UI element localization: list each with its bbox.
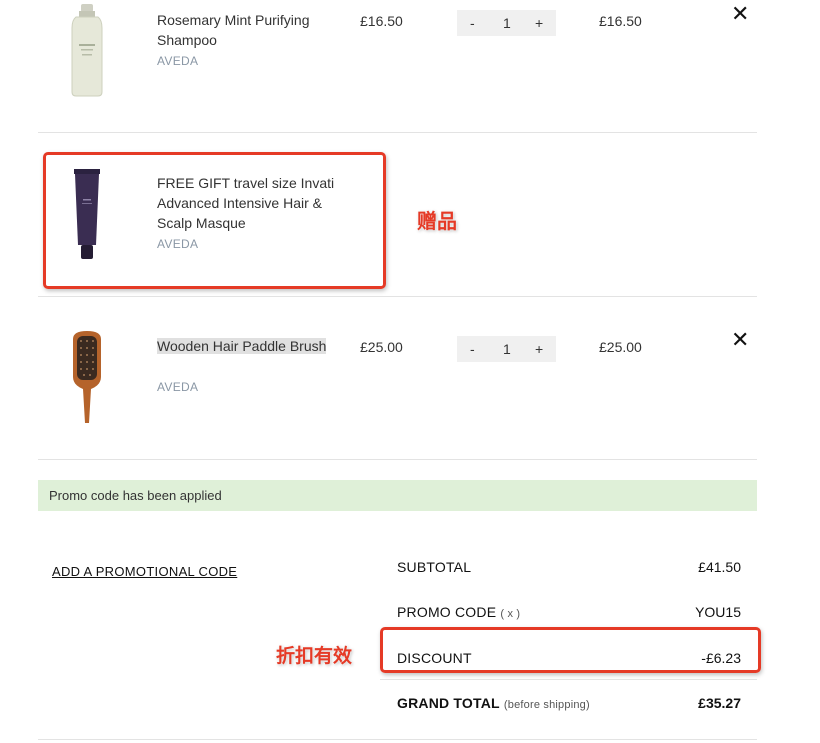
item-name-text[interactable]: Wooden Hair Paddle Brush: [157, 338, 327, 354]
add-promotional-code-link[interactable]: ADD A PROMOTIONAL CODE: [52, 564, 237, 579]
summary-divider: [380, 679, 757, 680]
grand-total-note: (before shipping): [503, 699, 590, 711]
increase-quantity-button[interactable]: +: [535, 341, 543, 357]
decrease-quantity-button[interactable]: -: [470, 15, 475, 31]
quantity-stepper: - 1 +: [457, 10, 556, 36]
bottom-divider: [38, 739, 757, 740]
decrease-quantity-button[interactable]: -: [470, 341, 475, 357]
gift-annotation-box: [43, 152, 386, 289]
item-brand: AVEDA: [157, 380, 199, 394]
item-brand: AVEDA: [157, 54, 199, 68]
shampoo-bottle-image[interactable]: [62, 4, 112, 98]
item-divider: [38, 132, 757, 133]
promo-code-label: PROMO CODE ( x ): [397, 604, 520, 620]
promo-code-value: YOU15: [695, 604, 741, 620]
quantity-value[interactable]: 1: [503, 341, 511, 357]
item-name[interactable]: Wooden Hair Paddle Brush: [157, 336, 337, 356]
promo-applied-banner: Promo code has been applied: [38, 480, 757, 511]
increase-quantity-button[interactable]: +: [535, 15, 543, 31]
remove-item-icon[interactable]: ✕: [731, 3, 749, 25]
subtotal-value: £41.50: [698, 559, 741, 575]
grand-total-label-text: GRAND TOTAL: [397, 695, 500, 711]
promo-applied-message: Promo code has been applied: [49, 488, 222, 503]
item-unit-price: £25.00: [360, 339, 403, 355]
item-divider: [38, 459, 757, 460]
discount-annotation-box: [380, 627, 761, 673]
item-divider: [38, 296, 757, 297]
promo-code-label-text: PROMO CODE: [397, 604, 497, 620]
discount-annotation-label: 折扣有效: [276, 646, 353, 667]
item-total-price: £16.50: [599, 13, 642, 29]
quantity-value[interactable]: 1: [503, 15, 511, 31]
item-unit-price: £16.50: [360, 13, 403, 29]
remove-item-icon[interactable]: ✕: [731, 329, 749, 351]
item-total-price: £25.00: [599, 339, 642, 355]
quantity-stepper: - 1 +: [457, 336, 556, 362]
grand-total-value: £35.27: [698, 695, 741, 711]
grand-total-label: GRAND TOTAL (before shipping): [397, 695, 590, 711]
subtotal-label: SUBTOTAL: [397, 559, 472, 575]
gift-annotation-label: 赠品: [417, 211, 457, 233]
remove-promo-code-button[interactable]: ( x ): [500, 608, 520, 620]
paddle-brush-image[interactable]: [69, 331, 105, 425]
item-name[interactable]: Rosemary Mint Purifying Shampoo: [157, 10, 337, 50]
